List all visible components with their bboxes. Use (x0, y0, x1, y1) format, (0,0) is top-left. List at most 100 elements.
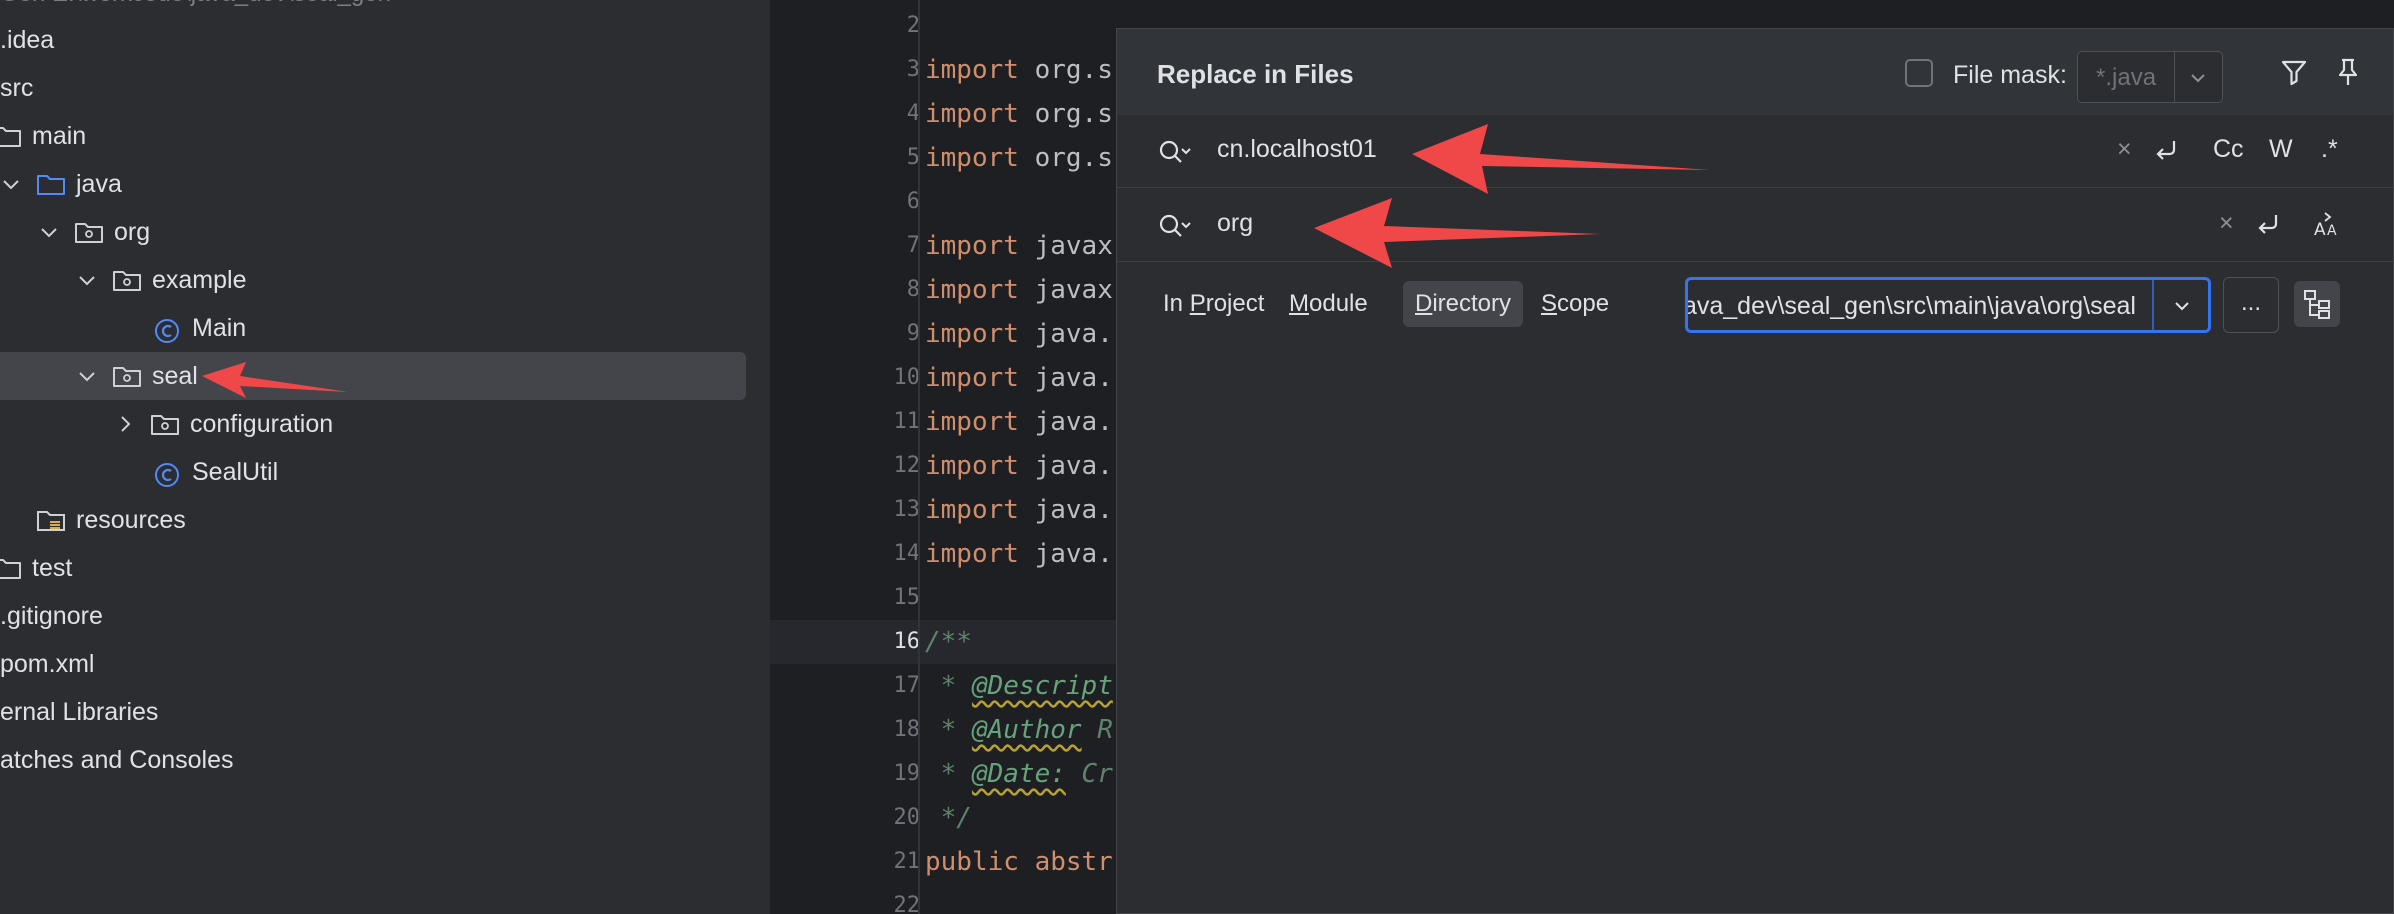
directory-value: E:\workcode\java_dev\seal_gen\src\main\j… (1685, 292, 2136, 320)
tree-item-atches-and-consoles[interactable]: atches and Consoles (0, 736, 746, 784)
code-text: javax (1018, 275, 1113, 305)
annotation-arrow-search (1412, 124, 1710, 194)
keyword: import (925, 495, 1019, 525)
chevron-down-icon[interactable] (76, 365, 98, 387)
new-line-icon[interactable] (2253, 209, 2283, 239)
resources-folder-icon (36, 508, 66, 532)
line-number: 5 (906, 145, 920, 170)
tree-item-label: java (76, 169, 122, 198)
chevron-down-icon[interactable] (0, 173, 22, 195)
new-line-icon[interactable] (2151, 135, 2181, 165)
line-number: 22 (893, 893, 921, 914)
doc-comment-text: Cr (1065, 759, 1113, 789)
tree-item-java[interactable]: java (0, 160, 746, 208)
chevron-down-icon[interactable] (2186, 66, 2210, 90)
scope-tab-directory[interactable]: Directory (1403, 281, 1524, 327)
java-class-icon (152, 316, 182, 343)
tree-item-label: SealUtil (192, 457, 279, 486)
line-number: 3 (906, 57, 920, 82)
tree-item-label: ernal Libraries (0, 697, 159, 726)
file-mask-checkbox[interactable] (1905, 59, 1933, 87)
keyword: import (925, 451, 1019, 481)
doc-comment-text: R (1081, 715, 1113, 745)
clear-search-icon[interactable]: × (2117, 135, 2132, 164)
match-case-toggle[interactable]: Cc (2213, 135, 2244, 164)
line-number: 19 (893, 761, 921, 786)
code-line: import org.s (925, 48, 1113, 92)
source-folder-icon (36, 172, 66, 196)
scope-tab-module[interactable]: Module (1277, 281, 1380, 327)
tree-item-ernal-libraries[interactable]: ernal Libraries (0, 688, 746, 736)
tree-item-idea[interactable]: .idea (0, 16, 746, 64)
tree-item-label: seal (152, 361, 198, 390)
tree-item-resources[interactable]: resources (0, 496, 746, 544)
filter-icon[interactable] (2277, 55, 2311, 89)
code-line: * @Date: Cr (925, 752, 1113, 796)
chevron-right-icon[interactable] (114, 413, 136, 435)
scope-tab-rest: odule (1309, 290, 1368, 317)
project-tree-panel: Gen E:\workcode\java_dev\seal_gen .idea s… (0, 0, 770, 914)
scope-tab-project[interactable]: In Project (1151, 281, 1276, 327)
tree-item-main[interactable]: main (0, 112, 746, 160)
code-text: java. (1018, 539, 1113, 569)
chevron-down-icon[interactable] (2170, 294, 2194, 318)
folder-icon (0, 124, 22, 148)
search-history-icon[interactable] (1157, 137, 1193, 167)
keyword: import (925, 55, 1019, 85)
browse-directory-button[interactable]: ... (2223, 277, 2279, 333)
pin-icon[interactable] (2331, 55, 2365, 89)
tree-item-gitignore[interactable]: .gitignore (0, 592, 746, 640)
tree-item-seal[interactable]: seal (0, 352, 746, 400)
recursive-search-toggle[interactable] (2294, 281, 2340, 327)
chevron-down-icon[interactable] (38, 221, 60, 243)
tree-item-org[interactable]: org (0, 208, 746, 256)
tree-item-example[interactable]: example (0, 256, 746, 304)
tree-item-label: src (0, 73, 34, 102)
line-number: 14 (893, 541, 921, 566)
java-class-icon (152, 460, 182, 487)
replace-in-files-dialog: Replace in Files File mask: *.java cn.lo… (1116, 28, 2394, 914)
line-number: 7 (906, 233, 920, 258)
project-path: Gen E:\workcode\java_dev\seal_gen (0, 0, 391, 8)
keyword: import (925, 407, 1019, 437)
scope-tab-mnemonic: P (1189, 290, 1206, 317)
keyword: import (925, 231, 1019, 261)
chevron-down-icon[interactable] (76, 269, 98, 291)
whole-words-toggle[interactable]: W (2269, 135, 2293, 164)
tree-item-label: main (32, 121, 87, 150)
tree-item-label: configuration (190, 409, 334, 438)
annotation-arrow-seal (202, 362, 348, 398)
tree-item-pom-xml[interactable]: pom.xml (0, 640, 746, 688)
clear-replace-icon[interactable]: × (2219, 209, 2234, 238)
regex-toggle[interactable]: .* (2321, 135, 2338, 164)
search-input[interactable]: cn.localhost01 (1217, 135, 1377, 164)
line-number: 12 (893, 453, 921, 478)
tree-item-label: resources (76, 505, 186, 534)
tree-item-test[interactable]: test (0, 544, 746, 592)
tree-item-sealutil[interactable]: SealUtil (0, 448, 746, 496)
directory-input[interactable]: E:\workcode\java_dev\seal_gen\src\main\j… (1685, 277, 2211, 333)
line-number: 11 (893, 409, 921, 434)
tree-item-main[interactable]: Main (0, 304, 746, 352)
svg-text:A: A (2314, 220, 2326, 239)
dialog-title: Replace in Files (1157, 59, 1354, 89)
line-number: 18 (893, 717, 921, 742)
code-line: import javax (925, 268, 1113, 312)
code-line: import java. (925, 312, 1113, 356)
code-text: org.s (1018, 143, 1113, 173)
scope-tab-rest: cope (1557, 290, 1610, 317)
file-mask-label: File mask: (1953, 61, 2067, 89)
replace-input[interactable]: org (1217, 209, 1253, 238)
preserve-case-icon[interactable]: AA (2313, 209, 2343, 239)
scope-tab-rest: roject (1205, 290, 1265, 317)
scope-tab-scope[interactable]: Scope (1529, 281, 1621, 327)
code-line: */ (925, 796, 972, 840)
scope-tab-mnemonic: D (1415, 290, 1433, 317)
tree-item-configuration[interactable]: configuration (0, 400, 746, 448)
tree-item-label: org (114, 217, 151, 246)
code-text: java. (1018, 363, 1113, 393)
file-mask-input[interactable]: *.java (2077, 51, 2223, 103)
replace-history-icon[interactable] (1157, 211, 1193, 241)
tree-item-src[interactable]: src (0, 64, 746, 112)
line-number: 9 (906, 321, 920, 346)
